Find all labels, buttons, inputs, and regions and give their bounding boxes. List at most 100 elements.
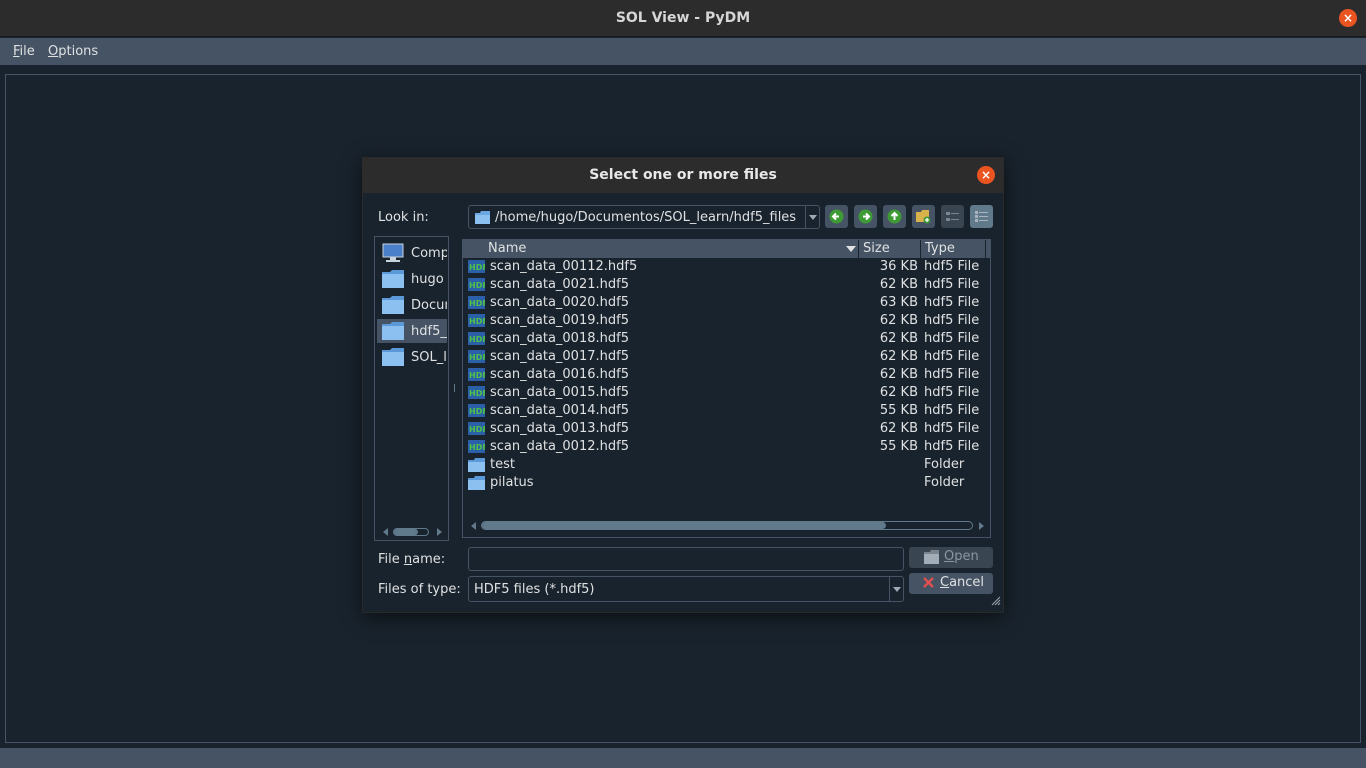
file-name-cell: scan_data_0016.hdf5 xyxy=(490,367,629,382)
sidebar-item-sol-learn[interactable]: SOL_learn xyxy=(377,345,447,369)
open-button-text: pen xyxy=(954,549,979,564)
new-folder-button[interactable] xyxy=(912,205,935,228)
table-row[interactable]: HDF scan_data_0013.hdf5 62 KB hdf5 File xyxy=(463,420,990,438)
dialog-titlebar: Select one or more files × xyxy=(363,158,1003,193)
table-row[interactable]: HDF scan_data_0016.hdf5 62 KB hdf5 File xyxy=(463,366,990,384)
chevron-down-icon[interactable] xyxy=(889,577,903,601)
scrollbar-thumb[interactable] xyxy=(394,529,418,535)
table-row[interactable]: test Folder xyxy=(463,456,990,474)
file-name-cell: scan_data_0012.hdf5 xyxy=(490,439,629,454)
table-row[interactable]: HDF scan_data_0015.hdf5 62 KB hdf5 File xyxy=(463,384,990,402)
table-row[interactable]: HDF scan_data_0017.hdf5 62 KB hdf5 File xyxy=(463,348,990,366)
folder-icon xyxy=(382,269,404,293)
folder-icon xyxy=(382,347,404,371)
menubar: File Options xyxy=(0,38,1366,65)
svg-text:HDF: HDF xyxy=(469,317,485,326)
file-name-cell: pilatus xyxy=(490,475,534,490)
forward-button[interactable] xyxy=(854,205,877,228)
splitter-handle[interactable] xyxy=(451,236,459,541)
list-header: Name Size Type xyxy=(463,240,990,258)
column-header-size[interactable]: Size xyxy=(863,241,890,256)
table-row[interactable]: HDF scan_data_0018.hdf5 62 KB hdf5 File xyxy=(463,330,990,348)
resize-grip-icon[interactable] xyxy=(991,595,1001,610)
cancel-button[interactable]: Cancel xyxy=(909,573,993,594)
hdf-file-icon: HDF xyxy=(468,350,488,367)
table-row[interactable]: pilatus Folder xyxy=(463,474,990,492)
computer-icon xyxy=(382,243,404,267)
column-header-name[interactable]: Name xyxy=(488,241,526,256)
open-button-label: Open xyxy=(944,549,979,564)
scrollbar-thumb[interactable] xyxy=(482,522,886,529)
file-name-label-pre: File xyxy=(378,552,404,567)
table-row[interactable]: HDF scan_data_0021.hdf5 62 KB hdf5 File xyxy=(463,276,990,294)
forward-icon xyxy=(858,209,873,224)
file-name-cell: scan_data_00112.hdf5 xyxy=(490,259,638,274)
cancel-button-text: ancel xyxy=(949,575,985,590)
sidebar-item-hdf5-files[interactable]: hdf5_files xyxy=(377,319,447,343)
window-close-button[interactable]: × xyxy=(1339,9,1357,27)
file-type-cell: hdf5 File xyxy=(924,331,980,346)
file-type-cell: hdf5 File xyxy=(924,439,980,454)
look-in-path: /home/hugo/Documentos/SOL_learn/hdf5_fil… xyxy=(495,210,797,225)
table-row[interactable]: HDF scan_data_0012.hdf5 55 KB hdf5 File xyxy=(463,438,990,456)
file-name-cell: scan_data_0014.hdf5 xyxy=(490,403,629,418)
table-row[interactable]: HDF scan_data_0014.hdf5 55 KB hdf5 File xyxy=(463,402,990,420)
file-type-cell: hdf5 File xyxy=(924,295,980,310)
folder-icon xyxy=(382,321,404,345)
folder-icon xyxy=(475,211,490,228)
scroll-right-icon[interactable] xyxy=(979,522,984,530)
sidebar-places: Computer hugo Documentos hdf5_files SOL_… xyxy=(374,236,449,541)
file-size-cell: 36 KB xyxy=(879,259,918,274)
list-view-button[interactable] xyxy=(941,205,964,228)
detail-view-button[interactable] xyxy=(970,205,993,228)
table-row[interactable]: HDF scan_data_0019.hdf5 62 KB hdf5 File xyxy=(463,312,990,330)
column-separator[interactable] xyxy=(920,240,921,258)
menu-file[interactable]: File xyxy=(13,44,35,59)
column-header-type[interactable]: Type xyxy=(925,241,955,256)
file-name-cell: scan_data_0017.hdf5 xyxy=(490,349,629,364)
scroll-right-icon[interactable] xyxy=(437,528,442,536)
menu-options[interactable]: Options xyxy=(48,44,98,59)
file-name-cell: scan_data_0015.hdf5 xyxy=(490,385,629,400)
hdf-file-icon: HDF xyxy=(468,440,488,457)
cancel-button-label: Cancel xyxy=(940,575,984,590)
list-view-icon xyxy=(946,212,959,221)
file-type-cell: Folder xyxy=(924,475,965,490)
look-in-combo[interactable]: /home/hugo/Documentos/SOL_learn/hdf5_fil… xyxy=(468,205,820,229)
file-size-cell: 62 KB xyxy=(879,277,918,292)
file-size-cell: 55 KB xyxy=(879,403,918,418)
back-button[interactable] xyxy=(825,205,848,228)
table-row[interactable]: HDF scan_data_0020.hdf5 63 KB hdf5 File xyxy=(463,294,990,312)
list-horizontal-scrollbar[interactable] xyxy=(471,520,990,532)
svg-text:HDF: HDF xyxy=(469,281,485,290)
hdf-file-icon: HDF xyxy=(468,278,488,295)
window-titlebar: SOL View - PyDM × xyxy=(0,0,1366,37)
svg-text:HDF: HDF xyxy=(469,263,485,272)
chevron-down-icon[interactable] xyxy=(805,206,819,228)
scroll-left-icon[interactable] xyxy=(471,522,476,530)
open-button[interactable]: Open xyxy=(909,547,993,568)
file-size-cell: 62 KB xyxy=(879,421,918,436)
file-type-cell: hdf5 File xyxy=(924,421,980,436)
files-of-type-value: HDF5 files (*.hdf5) xyxy=(474,582,595,597)
file-size-cell: 62 KB xyxy=(879,385,918,400)
dialog-close-button[interactable]: × xyxy=(977,166,995,184)
scroll-left-icon[interactable] xyxy=(383,528,388,536)
sidebar-item-hugo[interactable]: hugo xyxy=(377,267,447,291)
sidebar-item-documentos[interactable]: Documentos xyxy=(377,293,447,317)
sidebar-item-label: SOL_learn xyxy=(411,350,447,365)
file-name-input[interactable] xyxy=(468,547,904,571)
table-row[interactable]: HDF scan_data_00112.hdf5 36 KB hdf5 File xyxy=(463,258,990,276)
column-separator[interactable] xyxy=(985,240,986,258)
menu-options-mnemonic: O xyxy=(48,44,59,59)
files-of-type-combo[interactable]: HDF5 files (*.hdf5) xyxy=(468,576,904,602)
hdf-file-icon: HDF xyxy=(468,260,488,277)
parent-directory-button[interactable] xyxy=(883,205,906,228)
sidebar-item-computer[interactable]: Computer xyxy=(377,241,447,265)
cancel-icon xyxy=(922,576,935,592)
sidebar-item-label: Documentos xyxy=(411,298,447,313)
column-separator[interactable] xyxy=(858,240,859,258)
sidebar-horizontal-scrollbar[interactable] xyxy=(383,527,443,537)
svg-text:HDF: HDF xyxy=(469,353,485,362)
file-name-label-mnemonic: n xyxy=(403,552,413,567)
